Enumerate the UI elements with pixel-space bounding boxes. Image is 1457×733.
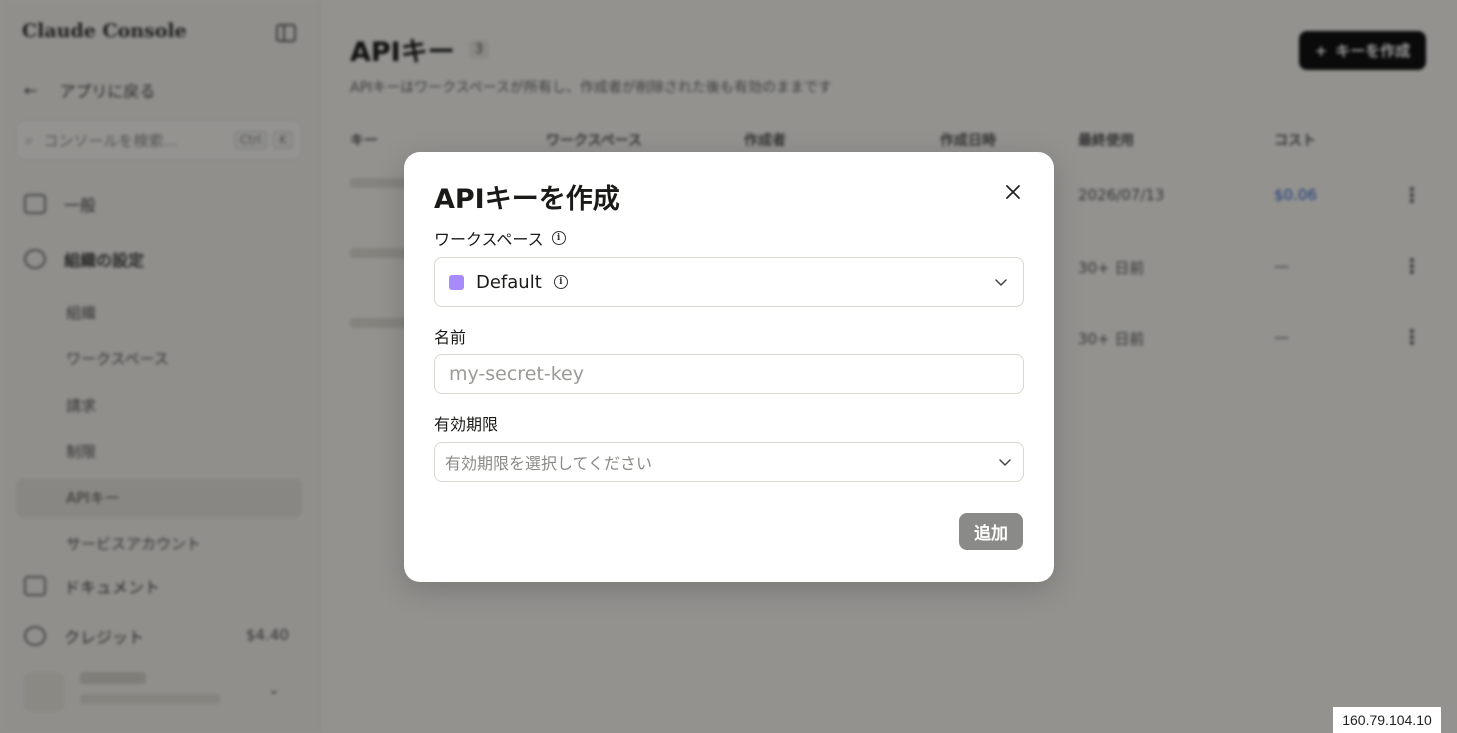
name-input[interactable] — [434, 354, 1024, 394]
create-api-key-dialog: APIキーを作成 ワークスペース i Default i 名前 有効期限 有効期… — [404, 152, 1054, 582]
workspace-color-swatch — [449, 274, 464, 290]
expiry-label: 有効期限 — [434, 415, 499, 434]
chevron-down-icon — [995, 279, 1007, 286]
info-icon[interactable]: i — [553, 275, 568, 289]
workspace-label-text: ワークスペース — [434, 230, 544, 249]
workspace-select[interactable]: Default i — [434, 257, 1024, 307]
ip-address-label: 160.79.104.10 — [1333, 707, 1441, 733]
expiry-placeholder: 有効期限を選択してください — [445, 454, 653, 473]
info-icon[interactable]: i — [551, 231, 566, 245]
expiry-select[interactable]: 有効期限を選択してください — [434, 442, 1024, 482]
add-button[interactable]: 追加 — [959, 513, 1023, 550]
name-label: 名前 — [434, 328, 467, 347]
workspace-label: ワークスペース i — [434, 226, 566, 250]
chevron-down-icon — [999, 459, 1011, 466]
dialog-title: APIキーを作成 — [434, 184, 620, 215]
workspace-selected-value: Default — [476, 271, 542, 293]
close-icon — [1006, 185, 1020, 199]
close-button[interactable] — [1000, 179, 1026, 205]
